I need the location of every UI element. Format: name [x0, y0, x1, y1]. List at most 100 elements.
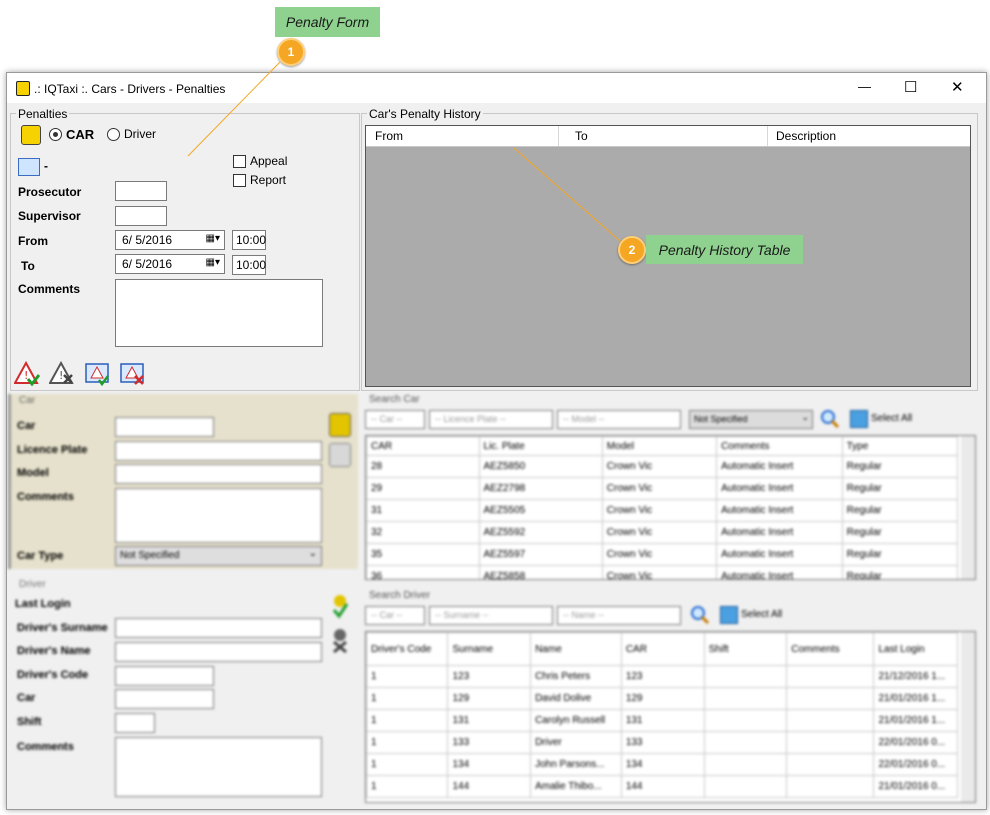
- table-cell: 123: [620, 665, 705, 688]
- search-car-car-input[interactable]: -- Car --: [365, 410, 425, 429]
- save-car-icon[interactable]: [329, 413, 351, 437]
- save-driver-icon[interactable]: [331, 594, 349, 620]
- search-car-type-select[interactable]: Not Specified ⌄: [689, 410, 813, 429]
- table-cell: Automatic Insert: [716, 521, 843, 544]
- table-cell: 123: [447, 665, 532, 688]
- table-row[interactable]: 32 AEZ5592 Crown Vic Automatic Insert Regula…: [366, 521, 959, 544]
- from-time-field[interactable]: 10:00: [232, 230, 266, 250]
- column-header[interactable]: CAR: [366, 436, 480, 456]
- table-cell: 28: [366, 455, 480, 478]
- table-row[interactable]: 29 AEZ2798 Crown Vic Automatic Insert Regula…: [366, 477, 959, 500]
- minimize-button[interactable]: —: [858, 79, 871, 94]
- model-field[interactable]: [115, 464, 322, 484]
- search-driver-select-all[interactable]: Select All: [741, 609, 782, 620]
- search-car-car-placeholder: -- Car --: [371, 414, 403, 424]
- window-title: .: IQTaxi :. Cars - Drivers - Penalties: [34, 82, 226, 96]
- calendar-dropdown-icon[interactable]: ▦▾: [206, 257, 220, 268]
- to-label: To: [21, 259, 35, 273]
- car-table-scrollbar[interactable]: [961, 436, 975, 579]
- car-comments-field[interactable]: [115, 488, 322, 543]
- history-col-description[interactable]: Description: [768, 126, 970, 146]
- callout-penalty-history-table: Penalty History Table: [646, 235, 803, 264]
- column-header[interactable]: Comments: [716, 436, 843, 456]
- report-checkbox[interactable]: [233, 174, 246, 187]
- search-driver-search-icon[interactable]: [690, 605, 710, 625]
- column-header[interactable]: Surname: [447, 632, 532, 666]
- remove-penalty-doc-icon[interactable]: [120, 361, 144, 385]
- driver-name-field[interactable]: [115, 642, 322, 662]
- column-header[interactable]: Last Login: [873, 632, 958, 666]
- penalty-comments-field[interactable]: [115, 279, 323, 347]
- shift-field[interactable]: [115, 713, 155, 733]
- table-cell: 1: [366, 753, 449, 776]
- table-row[interactable]: 1 129 David Dolive 129 21/01/2016 1...: [366, 687, 958, 710]
- column-header[interactable]: Type: [841, 436, 959, 456]
- table-cell: 133: [620, 731, 705, 754]
- history-col-to[interactable]: To: [567, 126, 768, 146]
- prosecutor-field[interactable]: [115, 181, 167, 201]
- car-radio[interactable]: [49, 128, 62, 141]
- car-type-select[interactable]: Not Specified ⌄: [115, 546, 322, 566]
- search-car-plate-input[interactable]: -- Licence Plate --: [429, 410, 553, 429]
- driver-code-field[interactable]: [115, 666, 214, 686]
- search-driver-name-input[interactable]: -- Name --: [557, 606, 681, 625]
- callout-badge-1: 1: [277, 38, 305, 66]
- car-type-label: Car Type: [17, 550, 64, 562]
- table-cell: Regular: [841, 477, 959, 500]
- table-row[interactable]: 36 AEZ5858 Crown Vic Automatic Insert Regula…: [366, 565, 959, 579]
- licence-plate-field[interactable]: [115, 441, 322, 461]
- search-car-select-all[interactable]: Select All: [871, 413, 912, 424]
- table-row[interactable]: 1 131 Carolyn Russell 131 21/01/2016 1...: [366, 709, 958, 732]
- table-row[interactable]: 31 AEZ5505 Crown Vic Automatic Insert Regula…: [366, 499, 959, 522]
- history-col-from[interactable]: From: [366, 126, 559, 146]
- from-date-picker[interactable]: 6/ 5/2016 ▦▾: [115, 230, 225, 250]
- column-header[interactable]: Comments: [786, 632, 875, 666]
- close-button[interactable]: ✕: [951, 78, 964, 96]
- to-date-picker[interactable]: 6/ 5/2016 ▦▾: [115, 254, 225, 274]
- maximize-button[interactable]: ☐: [904, 78, 917, 96]
- add-penalty-warning-icon[interactable]: !: [13, 360, 41, 387]
- table-cell: Regular: [841, 499, 959, 522]
- search-driver-select-all-icon[interactable]: [720, 606, 738, 624]
- column-header[interactable]: Lic. Plate: [478, 436, 603, 456]
- approve-penalty-doc-icon[interactable]: [85, 361, 109, 387]
- search-car-select-all-icon[interactable]: [850, 410, 868, 428]
- table-row[interactable]: 1 123 Chris Peters 123 21/12/2016 1...: [366, 665, 958, 688]
- delete-penalty-warning-icon[interactable]: !: [48, 360, 74, 384]
- table-cell: 36: [366, 565, 480, 579]
- car-mode-icon[interactable]: [21, 125, 41, 145]
- comments-label: Comments: [18, 282, 81, 296]
- table-cell: Crown Vic: [601, 499, 718, 522]
- column-header[interactable]: Driver's Code: [366, 632, 449, 666]
- driver-table-scrollbar[interactable]: [961, 632, 975, 802]
- table-row[interactable]: 35 AEZ5597 Crown Vic Automatic Insert Regula…: [366, 543, 959, 566]
- driver-radio[interactable]: [107, 128, 120, 141]
- car-comments-label: Comments: [17, 491, 74, 503]
- driver-comments-field[interactable]: [115, 737, 322, 797]
- table-cell: Regular: [841, 455, 959, 478]
- to-time-field[interactable]: 10:00: [232, 255, 266, 275]
- column-header[interactable]: Name: [530, 632, 622, 666]
- search-driver-surname-input[interactable]: -- Surname --: [429, 606, 553, 625]
- car-group-title: Car: [19, 395, 36, 406]
- column-header[interactable]: Model: [601, 436, 718, 456]
- column-header[interactable]: Shift: [703, 632, 788, 666]
- table-cell: 31: [366, 499, 480, 522]
- car-field[interactable]: [115, 417, 214, 437]
- supervisor-field[interactable]: [115, 206, 167, 226]
- search-car-search-icon[interactable]: [820, 409, 840, 429]
- table-row[interactable]: 1 144 Amalie Thibo... 144 21/01/2016 0...: [366, 775, 958, 798]
- table-cell: Chris Peters: [530, 665, 622, 688]
- table-row[interactable]: 1 133 Driver 133 22/01/2016 0...: [366, 731, 958, 754]
- appeal-checkbox[interactable]: [233, 155, 246, 168]
- search-car-model-input[interactable]: -- Model --: [557, 410, 681, 429]
- column-header[interactable]: CAR: [620, 632, 705, 666]
- driver-surname-field[interactable]: [115, 618, 322, 638]
- table-row[interactable]: 1 134 John Parsons... 134 22/01/2016 0...: [366, 753, 958, 776]
- delete-driver-icon[interactable]: [331, 628, 349, 654]
- search-driver-car-input[interactable]: -- Car --: [365, 606, 425, 625]
- calendar-dropdown-icon[interactable]: ▦▾: [206, 233, 220, 244]
- table-row[interactable]: 28 AEZ5850 Crown Vic Automatic Insert Regula…: [366, 455, 959, 478]
- driver-car-field[interactable]: [115, 689, 214, 709]
- delete-car-icon[interactable]: [329, 443, 351, 467]
